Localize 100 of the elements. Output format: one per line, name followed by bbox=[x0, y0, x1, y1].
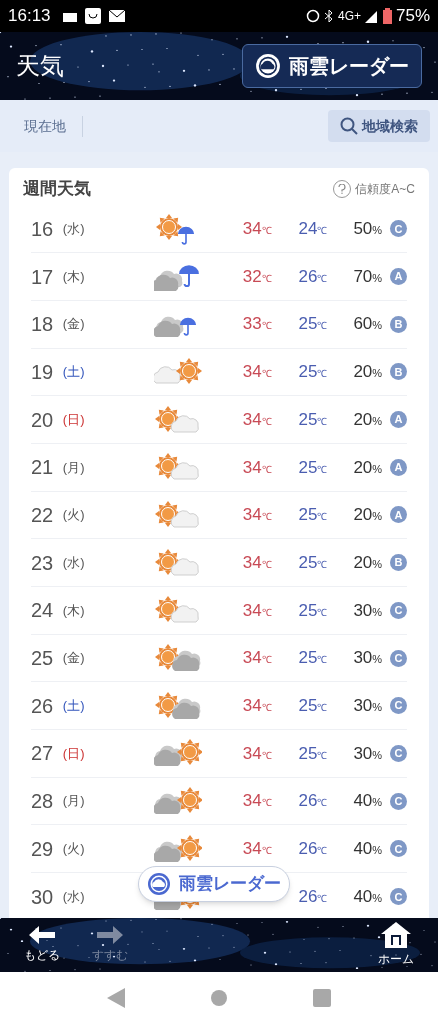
mail-icon bbox=[108, 10, 125, 22]
high-temperature: 34℃ bbox=[242, 742, 272, 765]
rain-chance: 20% bbox=[352, 504, 383, 527]
rain-chance: 20% bbox=[352, 361, 383, 384]
rain-chance: 40% bbox=[352, 838, 383, 861]
bag-icon bbox=[84, 8, 101, 24]
floating-radar-button[interactable]: 雨雲レーダー bbox=[138, 866, 290, 902]
low-temperature: 25℃ bbox=[297, 742, 328, 765]
date: 18 bbox=[31, 312, 55, 338]
rain-chance: 20% bbox=[352, 551, 383, 574]
date: 27 bbox=[31, 741, 55, 767]
cloud-logo-icon bbox=[147, 872, 171, 896]
rain-chance: 30% bbox=[352, 599, 383, 622]
high-temperature: 34℃ bbox=[242, 361, 272, 384]
weekday: (水) bbox=[62, 220, 86, 239]
search-icon bbox=[340, 117, 358, 135]
low-temperature: 25℃ bbox=[297, 361, 328, 384]
signal-icon bbox=[364, 9, 379, 23]
reliability-grade: A bbox=[390, 506, 407, 524]
high-temperature: 32℃ bbox=[242, 265, 272, 288]
high-temperature: 34℃ bbox=[242, 838, 272, 861]
right-arrow-icon bbox=[97, 926, 123, 944]
rain-chance: 60% bbox=[352, 313, 383, 336]
rain-chance: 30% bbox=[352, 742, 383, 765]
low-temperature: 25℃ bbox=[297, 408, 328, 431]
date: 21 bbox=[31, 455, 55, 481]
reliability-grade: C bbox=[390, 744, 407, 762]
high-temperature: 34℃ bbox=[242, 504, 272, 527]
date: 24 bbox=[31, 598, 55, 624]
low-temperature: 25℃ bbox=[297, 551, 328, 574]
page-title: 天気 bbox=[16, 51, 64, 81]
reliability-grade: B bbox=[390, 363, 407, 381]
reliability-grade: B bbox=[390, 315, 407, 333]
cloud-logo-icon bbox=[255, 53, 281, 79]
home-icon bbox=[381, 922, 411, 948]
weekday: (日) bbox=[62, 744, 86, 763]
back-icon[interactable] bbox=[106, 988, 125, 1008]
weekday: (水) bbox=[62, 888, 86, 907]
weekday: (金) bbox=[62, 315, 86, 334]
date: 26 bbox=[31, 693, 55, 719]
weekday: (土) bbox=[62, 696, 86, 715]
high-temperature: 34℃ bbox=[242, 218, 272, 241]
low-temperature: 26℃ bbox=[297, 790, 328, 813]
reliability-grade: A bbox=[390, 458, 407, 476]
current-location-tab[interactable]: 現在地 bbox=[24, 115, 83, 137]
weekday: (月) bbox=[62, 458, 86, 477]
high-temperature: 34℃ bbox=[242, 599, 272, 622]
home-button-icon[interactable] bbox=[210, 989, 228, 1007]
high-temperature: 34℃ bbox=[242, 694, 272, 717]
recent-apps-icon[interactable] bbox=[313, 989, 332, 1007]
high-temperature: 34℃ bbox=[242, 456, 272, 479]
date: 23 bbox=[31, 550, 55, 576]
weekday: (木) bbox=[62, 267, 86, 286]
high-temperature: 34℃ bbox=[242, 551, 272, 574]
low-temperature: 26℃ bbox=[297, 838, 328, 861]
date: 20 bbox=[31, 407, 55, 433]
reliability-grade: A bbox=[390, 411, 407, 429]
status-time: 16:13 bbox=[8, 5, 51, 28]
low-temperature: 25℃ bbox=[297, 599, 328, 622]
reliability-grade: C bbox=[390, 601, 407, 619]
battery-level: 75% bbox=[395, 5, 430, 28]
weekday: (木) bbox=[62, 601, 86, 620]
low-temperature: 25℃ bbox=[297, 647, 328, 670]
low-temperature: 24℃ bbox=[297, 218, 328, 241]
low-temperature: 26℃ bbox=[297, 265, 328, 288]
date: 19 bbox=[31, 359, 55, 385]
weekday: (火) bbox=[62, 506, 86, 525]
reliability-grade: C bbox=[390, 697, 407, 715]
high-temperature: 34℃ bbox=[242, 647, 272, 670]
date: 22 bbox=[31, 502, 55, 528]
rain-radar-button[interactable]: 雨雲レーダー bbox=[242, 44, 422, 88]
high-temperature: 34℃ bbox=[242, 408, 272, 431]
date: 30 bbox=[31, 884, 55, 910]
reliability-grade: C bbox=[390, 792, 407, 810]
low-temperature: 25℃ bbox=[297, 504, 328, 527]
reliability-grade: C bbox=[390, 840, 407, 858]
weekday: (月) bbox=[62, 792, 86, 811]
date: 25 bbox=[31, 646, 55, 672]
weekday: (金) bbox=[62, 649, 86, 668]
network-type: 4G+ bbox=[337, 8, 361, 25]
battery-icon bbox=[382, 8, 392, 24]
date: 29 bbox=[31, 836, 55, 862]
date: 28 bbox=[31, 789, 55, 815]
rain-chance: 40% bbox=[352, 886, 383, 909]
low-temperature: 25℃ bbox=[297, 313, 328, 336]
rain-chance: 20% bbox=[352, 408, 383, 431]
reliability-grade: C bbox=[390, 649, 407, 667]
weekday: (火) bbox=[62, 840, 86, 859]
low-temperature: 25℃ bbox=[297, 694, 328, 717]
left-arrow-icon bbox=[29, 926, 55, 944]
weekly-title: 週間天気 bbox=[23, 178, 91, 200]
area-search-button[interactable]: 地域検索 bbox=[328, 110, 430, 142]
low-temperature: 25℃ bbox=[297, 456, 328, 479]
reliability-label: 信頼度A~C bbox=[355, 180, 415, 198]
rain-chance: 20% bbox=[352, 456, 383, 479]
weekday: (土) bbox=[62, 363, 86, 382]
rain-chance: 40% bbox=[352, 790, 383, 813]
home-nav-button[interactable]: ホーム bbox=[378, 922, 414, 968]
reliability-grade: A bbox=[390, 268, 407, 286]
back-nav-button[interactable]: もどる bbox=[24, 926, 60, 964]
